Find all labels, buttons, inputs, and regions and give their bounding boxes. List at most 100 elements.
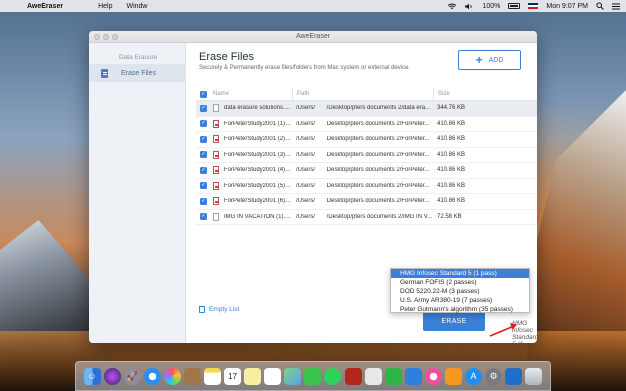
file-path: /Users/ Desktop/pters documents 2/ForPet…	[296, 120, 430, 127]
file-name: ForPeterStudy2001 (5).pdf	[224, 182, 292, 189]
row-checkbox[interactable]: ✓	[200, 151, 207, 159]
file-path: /Users/ Desktop/pters documents 2/ForPet…	[296, 167, 430, 174]
row-checkbox[interactable]: ✓	[200, 135, 207, 143]
method-option[interactable]: U.S. Army AR380-19 (7 passes)	[391, 296, 529, 305]
sidebar-item-label: Erase Files	[121, 69, 157, 77]
row-checkbox[interactable]: ✓	[200, 120, 207, 128]
input-source-flag-icon[interactable]	[528, 3, 539, 9]
table-row[interactable]: ✓ data erasure solutions.docx /Users/ /De…	[196, 101, 537, 117]
battery-icon[interactable]	[508, 3, 521, 9]
page-subtitle: Securely & Permanently erase files/folde…	[199, 65, 411, 71]
books-icon[interactable]	[444, 367, 462, 385]
app-menu[interactable]: AweEraser	[27, 3, 63, 10]
file-name: ForPeterStudy2001 (2).pdf	[224, 136, 292, 143]
stickies-icon[interactable]	[244, 367, 262, 385]
photo-booth-icon[interactable]	[344, 367, 362, 385]
file-name: ForPeterStudy2001 (3).pdf	[224, 151, 292, 158]
page-title: Erase Files	[199, 51, 255, 63]
file-size: 410.86 KB	[437, 198, 466, 205]
table-row[interactable]: ✓ ForPeterStudy2001 (5).pdf /Users/ Deskt…	[196, 179, 537, 194]
maps-icon[interactable]	[284, 367, 302, 385]
launchpad-icon[interactable]: 🚀	[123, 367, 141, 385]
music-icon[interactable]	[364, 367, 382, 385]
system-preferences-icon[interactable]: ⚙	[485, 367, 503, 385]
menu-help[interactable]: Help	[98, 3, 112, 10]
column-header-size[interactable]: Size	[438, 91, 450, 97]
row-checkbox[interactable]: ✓	[200, 213, 207, 221]
pdf-icon	[213, 181, 219, 190]
contacts-icon[interactable]	[183, 367, 201, 385]
row-checkbox[interactable]: ✓	[200, 166, 207, 174]
trash-icon[interactable]	[525, 367, 543, 385]
column-header-name[interactable]: Name	[213, 91, 229, 97]
table-row[interactable]: ✓ ForPeterStudy2001 (3).pdf /Users/ Deskt…	[196, 148, 537, 163]
method-option[interactable]: German FOFIS (2 passes)	[391, 278, 529, 287]
file-icon	[101, 68, 108, 78]
file-name: ForPeterStudy2001 (4).pdf	[224, 167, 292, 174]
row-checkbox[interactable]: ✓	[200, 104, 207, 112]
file-path: /Users/ Desktop/pters documents 2/ForPet…	[296, 151, 430, 158]
select-all-checkbox[interactable]: ✓	[200, 90, 207, 98]
clock[interactable]: Mon 9:07 PM	[546, 3, 588, 10]
numbers-icon[interactable]	[384, 367, 402, 385]
row-checkbox[interactable]: ✓	[200, 197, 207, 205]
menu-window[interactable]: Windw	[126, 3, 147, 10]
table-row[interactable]: ✓ ForPeterStudy2001 (6).pdf /Users/ Deskt…	[196, 194, 537, 210]
messages-icon[interactable]	[324, 367, 342, 385]
column-header-path[interactable]: Path	[297, 91, 309, 97]
notification-center-icon[interactable]	[612, 3, 620, 10]
table-row[interactable]: ✓ ForPeterStudy2001 (2).pdf /Users/ Deskt…	[196, 132, 537, 148]
status-area: 100% Mon 9:07 PM	[447, 2, 620, 10]
wifi-icon[interactable]	[447, 3, 457, 10]
file-path: /Users/ Desktop/pters documents 2/ForPet…	[296, 182, 430, 189]
row-checkbox[interactable]: ✓	[200, 182, 207, 190]
file-size: 72.58 KB	[437, 213, 462, 220]
empty-list-label: Empty List	[209, 306, 240, 313]
app-store-icon[interactable]: A	[465, 367, 483, 385]
plus-icon: +	[475, 53, 483, 67]
pdf-icon	[213, 197, 219, 206]
table-row[interactable]: ✓ IMG IN VACATION (1).jpg /Users/ /Deskto…	[196, 210, 537, 225]
title-bar[interactable]: AweEraser	[89, 31, 537, 43]
method-option[interactable]: HMG Infosec Standard 5 (1 pass)	[391, 269, 529, 278]
volume-icon[interactable]	[465, 3, 474, 10]
reminders-icon[interactable]	[264, 367, 282, 385]
safari-icon[interactable]	[143, 367, 161, 385]
add-button-label: ADD	[488, 56, 504, 64]
pdf-icon	[213, 119, 219, 128]
document-icon	[213, 104, 219, 113]
erase-button[interactable]: ERASE	[423, 311, 485, 331]
file-path: /Users/ Desktop/pters documents 2/ForPet…	[296, 198, 430, 205]
aweeraser-icon[interactable]	[505, 367, 523, 385]
spotlight-icon[interactable]	[596, 2, 604, 10]
keynote-icon[interactable]	[404, 367, 422, 385]
facetime-icon[interactable]	[304, 367, 322, 385]
sidebar: Data Erasure Erase Files	[89, 43, 186, 343]
file-path: /Users/ /Desktop/pters documents 2/IMG I…	[296, 213, 433, 220]
empty-list-button[interactable]: Empty List	[199, 306, 239, 313]
file-size: 344.76 KB	[437, 105, 466, 112]
table-row[interactable]: ✓ ForPeterStudy2001 (1).pdf /Users/ Deskt…	[196, 117, 537, 132]
add-button[interactable]: + ADD	[458, 50, 521, 70]
sidebar-item-erase-files[interactable]: Erase Files	[89, 64, 185, 82]
calendar-icon[interactable]: 17	[224, 367, 242, 385]
table-row[interactable]: ✓ ForPeterStudy2001 (4).pdf /Users/ Deskt…	[196, 163, 537, 179]
menu-bar: AweEraser Help Windw 100% Mon 9:07 PM	[0, 0, 626, 12]
method-option[interactable]: DOD 5220.22-M (3 passes)	[391, 287, 529, 296]
siri-icon[interactable]	[103, 367, 121, 385]
itunes-icon[interactable]	[424, 367, 442, 385]
erase-method-dropdown: HMG Infosec Standard 5 (1 pass) German F…	[390, 268, 530, 313]
finder-icon[interactable]: ☺	[83, 367, 101, 385]
file-path: /Users/ Desktop/pters documents 2/ForPet…	[296, 136, 430, 143]
battery-percent: 100%	[482, 2, 501, 10]
pdf-icon	[213, 166, 219, 175]
sidebar-section-data-erasure: Data Erasure	[119, 54, 158, 61]
method-option[interactable]: Peter Gutmann's algorithm (35 passes)	[391, 305, 529, 314]
dock: ☺ 🚀 17 A ⚙	[75, 361, 551, 391]
photos-icon[interactable]	[163, 367, 181, 385]
notes-icon[interactable]	[204, 367, 221, 385]
wallpaper-mountain-right	[526, 90, 626, 370]
file-size: 410.86 KB	[437, 182, 466, 189]
annotation-arrow-icon	[489, 323, 517, 337]
pdf-icon	[213, 150, 219, 159]
